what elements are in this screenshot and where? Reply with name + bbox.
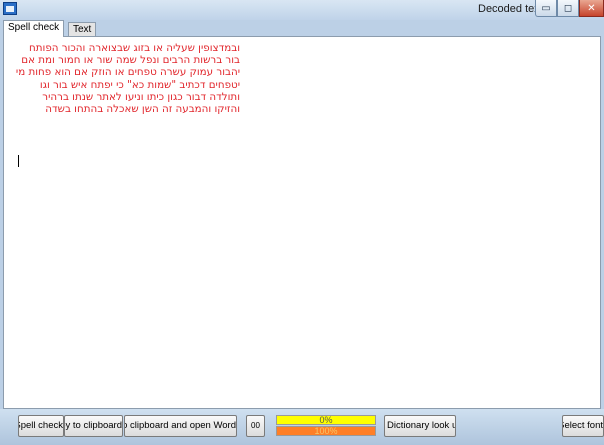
close-icon: ✕ — [587, 2, 596, 14]
text-caret — [18, 155, 19, 167]
small-option-button[interactable]: 00 — [246, 415, 265, 437]
text-line: ובמדצופין שעליה או בזוג שבצוארה והכור הפ… — [29, 42, 240, 54]
select-font-button[interactable]: Select font — [562, 415, 604, 437]
text-editor-panel[interactable]: ובמדצופין שעליה או בזוג שבצוארה והכור הפ… — [3, 36, 601, 409]
minimize-button[interactable]: ▭ — [535, 0, 557, 17]
select-font-label: Select font — [562, 420, 603, 431]
app-icon[interactable] — [3, 2, 17, 15]
text-line: ותולדה דבור כגון כיתו וניעו לאתר שנתו בר… — [42, 90, 240, 103]
close-button[interactable]: ✕ — [579, 0, 604, 17]
text-line: בור ברשות הרבים ונפל שמה שור או חמור ומת… — [21, 54, 240, 67]
progress-bar-bottom: 100% — [276, 426, 376, 436]
spell-check-button[interactable]: Spell check — [18, 415, 64, 437]
copy-clipboard-label: Copy to clipboard — [65, 420, 122, 431]
window-title: Decoded text — [478, 3, 543, 15]
tab-text[interactable]: Text — [68, 22, 96, 36]
text-line: יטפחים דכתיב "שמות כא" כי יפתח איש בור ו… — [39, 78, 240, 91]
copy-to-clipboard-button[interactable]: Copy to clipboard — [64, 415, 123, 437]
text-line: והזיקו והמבעה זה השן שאכלה בהתחו בשדה — [45, 103, 240, 116]
tab-spell-check[interactable]: Spell check — [3, 20, 65, 37]
maximize-button[interactable]: ◻ — [557, 0, 579, 17]
text-line: יהבור עמוק עשרה טפחים או הוזק אם הוא פחו… — [16, 66, 240, 79]
copy-open-word-label: Copy to clipboard and open Word — [125, 420, 236, 431]
title-bar: Decoded text ▭ ◻ ✕ — [0, 0, 604, 20]
decoded-text-editor[interactable]: ובמדצופין שעליה או בזוג שבצוארה והכור הפ… — [16, 42, 240, 115]
maximize-icon: ◻ — [563, 2, 573, 14]
copy-and-open-word-button[interactable]: Copy to clipboard and open Word — [124, 415, 237, 437]
progress-bar-top: 0% — [276, 415, 376, 425]
spell-check-label: Spell check — [18, 420, 63, 431]
dictionary-look-up-button[interactable]: Dictionary look up — [384, 415, 456, 437]
minimize-icon: ▭ — [541, 2, 551, 14]
bottom-toolbar: Spell check Copy to clipboard Copy to cl… — [0, 409, 604, 445]
